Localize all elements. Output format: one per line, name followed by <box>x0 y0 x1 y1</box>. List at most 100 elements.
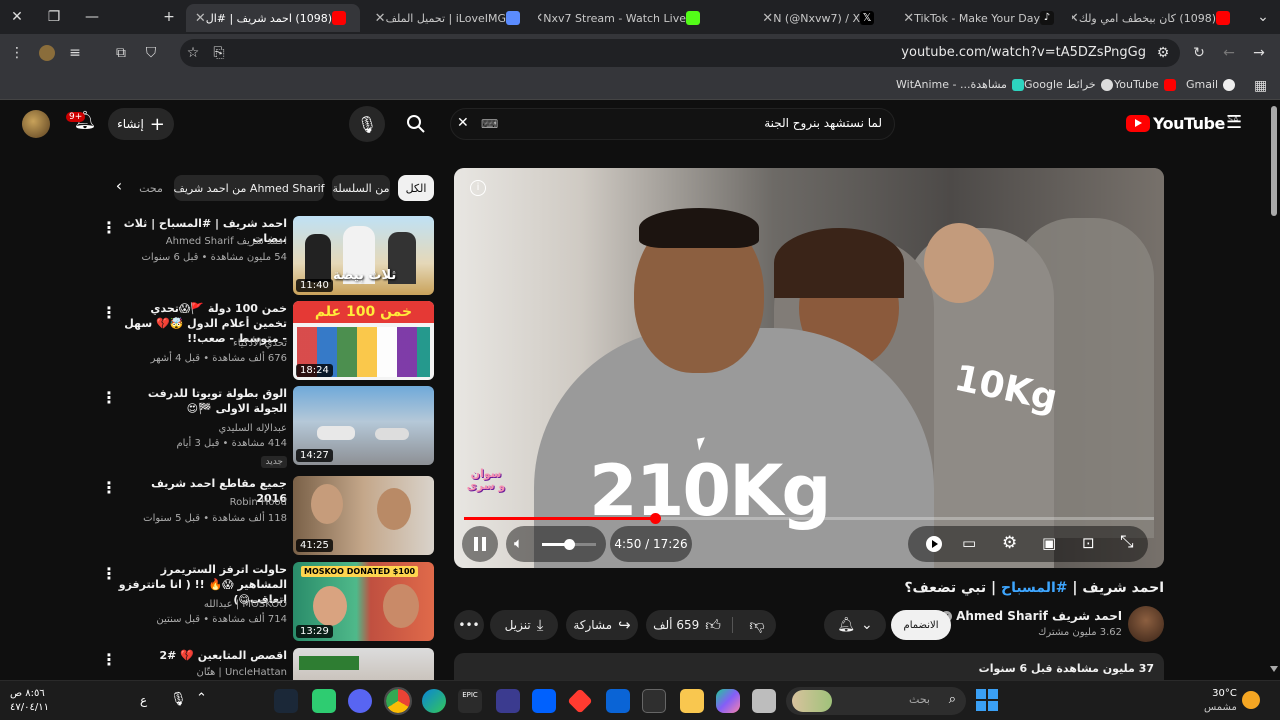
subscribe-button[interactable]: الانضمام <box>891 610 951 640</box>
list-item[interactable]: ⋮ جميع مقاطع احمد شريف 2016 Robin Hood 1… <box>95 476 435 556</box>
file-explorer-icon[interactable] <box>680 689 704 713</box>
chip-more[interactable]: محت <box>139 175 163 201</box>
input-language[interactable]: ع <box>140 693 147 707</box>
profile-avatar-icon[interactable] <box>36 42 58 64</box>
notifications-dropdown[interactable]: ⌄ 🔔︎ <box>824 610 886 640</box>
tab-close-icon[interactable]: ✕ <box>375 11 386 26</box>
bookmark-google-maps[interactable]: خرائط Google <box>1024 78 1113 91</box>
dropbox-icon[interactable] <box>532 689 556 713</box>
list-item[interactable]: ⋮ حاولت اترفز الستريمرز المشاهير 😱🔥 !! (… <box>95 562 435 642</box>
site-settings-icon[interactable]: ⚙ <box>1152 42 1174 64</box>
reading-list-icon[interactable]: ≡ <box>64 42 86 64</box>
video-thumbnail[interactable] <box>293 648 434 680</box>
video-title[interactable]: الوق بطولة تويوتا للدرفت الجولة الاولى 🏁… <box>117 386 287 416</box>
tab-close-icon[interactable]: ✕ <box>762 11 773 26</box>
account-avatar[interactable] <box>22 110 50 138</box>
tab-search-icon[interactable]: ⌄ <box>1252 6 1274 28</box>
progress-bar[interactable] <box>464 513 1154 524</box>
tab-3[interactable]: Nxv7 Stream - Watch Live ✕ <box>538 4 714 32</box>
thumbs-down-icon[interactable]: 👎︎ <box>738 610 776 640</box>
page-scrollbar[interactable] <box>1268 100 1280 680</box>
chip-all[interactable]: الكل <box>398 175 434 201</box>
shield-icon[interactable]: ⛉ <box>140 42 162 64</box>
snipping-icon[interactable] <box>312 689 336 713</box>
tab-4[interactable]: 𝕏 N (@Nxvw7) / X ✕ <box>718 4 888 32</box>
video-thumbnail[interactable]: 14:27 <box>293 386 434 465</box>
bookmark-gmail[interactable]: Gmail <box>1186 78 1236 91</box>
settings-gear-icon[interactable]: ⚙ <box>1002 533 1017 553</box>
tab-5[interactable]: ♪ TikTok - Make Your Day ✕ <box>892 4 1068 32</box>
channel-name[interactable]: تحدي الأذكياء <box>107 337 287 351</box>
video-thumbnail[interactable]: خمن 100 علم 18:24 <box>293 301 434 380</box>
copilot-icon[interactable] <box>716 689 740 713</box>
channel-name[interactable]: UncleHattan | هتّان <box>107 666 287 680</box>
menu-kebab-icon[interactable]: ⋮ <box>6 42 28 64</box>
all-bookmarks-icon[interactable]: ▦ <box>1254 78 1267 94</box>
app-icon[interactable] <box>496 689 520 713</box>
chrome-icon[interactable] <box>384 687 412 715</box>
channel-name[interactable]: احمد شريف Ahmed Sharif <box>107 235 287 249</box>
video-thumbnail[interactable]: MOSKOO DONATED $100 13:29 <box>293 562 434 641</box>
list-item[interactable]: ⋮ خمن 100 دولة 🚩😱تحدي تخمين أعلام الدول … <box>95 301 435 381</box>
scrollbar-thumb[interactable] <box>1271 106 1277 216</box>
miniplayer-icon[interactable]: ▣ <box>1042 534 1056 552</box>
chip-from-channel[interactable]: من احمد شريف Ahmed Sharif <box>173 175 325 201</box>
tab-close-icon[interactable]: ✕ <box>1072 11 1079 26</box>
channel-name[interactable]: احمد شريف Ahmed Sharif✓ <box>941 609 1122 623</box>
bookmark-youtube[interactable]: YouTube <box>1114 78 1176 91</box>
youtube-logo[interactable]: YouTube SA <box>1126 114 1239 133</box>
bookmark-star-icon[interactable]: ☆ <box>182 42 204 64</box>
steam-icon[interactable] <box>274 689 298 713</box>
tab-close-icon[interactable]: ✕ <box>538 11 543 26</box>
store-icon[interactable] <box>642 689 666 713</box>
autoplay-toggle-icon[interactable] <box>926 536 942 552</box>
keyboard-icon[interactable]: ⌨ <box>481 117 498 131</box>
bookmark-witanime[interactable]: مشاهدة... - WitAnime <box>896 78 1024 91</box>
video-player[interactable]: 10Kg 210Kg سوان و سرى i 🔈︎ 4:50 / 17:26 … <box>454 168 1164 568</box>
channel-name[interactable]: عبدالإله السليدي <box>107 422 287 436</box>
scroll-down-icon[interactable] <box>1270 666 1278 672</box>
close-window-icon[interactable]: ✕ <box>6 6 28 28</box>
like-button[interactable]: 👍︎ 659 ألف <box>646 610 728 640</box>
tab-2[interactable]: iLoveIMG | تحميل الملف ✕ <box>364 4 534 32</box>
outlook-icon[interactable] <box>606 689 630 713</box>
edge-icon[interactable] <box>422 689 446 713</box>
more-options-icon[interactable]: ⋮ <box>101 564 117 583</box>
more-options-icon[interactable]: ⋮ <box>101 388 117 407</box>
restore-window-icon[interactable]: ❐ <box>43 6 65 28</box>
chips-prev-icon[interactable]: ‹ <box>108 176 130 200</box>
volume-knob[interactable] <box>564 539 575 550</box>
list-item[interactable]: ⋮ احمد شريف | #المسباح | ثلاث بيضات احمد… <box>95 216 435 296</box>
clear-search-icon[interactable]: ✕ <box>457 115 469 131</box>
address-bar[interactable]: ☆ ⎘ youtube.com/watch?v=tA5DZsPngGg ⚙ <box>180 39 1180 67</box>
hamburger-menu-icon[interactable]: ☰ <box>1226 112 1242 133</box>
epic-games-icon[interactable]: EPIC <box>458 689 482 713</box>
reload-icon[interactable]: ↻ <box>1188 42 1210 64</box>
pause-button[interactable] <box>462 526 498 562</box>
list-item[interactable]: ⋮ اقصص المتابعين 💔 #2 UncleHattan | هتّا… <box>95 648 435 680</box>
clock[interactable]: ٨:٥٦ ص ٤٧/٠٤/١١ <box>10 687 49 715</box>
info-icon[interactable]: i <box>470 180 486 196</box>
tab-6[interactable]: (1098) كان بيخطف امي ولك ✕ <box>1072 4 1244 32</box>
volume-icon[interactable]: 🔈︎ <box>514 534 523 552</box>
volume-control[interactable]: 🔈︎ <box>506 526 606 562</box>
cast-icon[interactable]: ⊡ <box>1082 534 1095 552</box>
search-icon[interactable] <box>398 106 434 142</box>
forward-icon[interactable]: ← <box>1218 42 1240 64</box>
install-app-icon[interactable]: ⎘ <box>208 42 230 64</box>
tab-close-icon[interactable]: ✕ <box>195 11 206 26</box>
list-item[interactable]: ⋮ الوق بطولة تويوتا للدرفت الجولة الاولى… <box>95 386 435 468</box>
video-title[interactable]: اقصص المتابعين 💔 #2 <box>117 648 287 663</box>
extensions-icon[interactable]: ⧉ <box>110 42 132 64</box>
share-button[interactable]: ↪ مشاركة <box>566 610 638 640</box>
subtitles-icon[interactable]: ▭ <box>962 534 976 552</box>
microphone-icon[interactable]: 🎙︎ <box>170 692 187 707</box>
more-options-icon[interactable]: ⋮ <box>101 478 117 497</box>
back-icon[interactable]: → <box>1248 42 1270 64</box>
tray-chevron-icon[interactable]: ⌃ <box>196 691 207 706</box>
channel-avatar[interactable] <box>1128 606 1164 642</box>
create-button[interactable]: إنشاء + <box>108 108 174 140</box>
tab-close-icon[interactable]: ✕ <box>903 11 914 26</box>
anydesk-icon[interactable] <box>567 688 593 714</box>
download-button[interactable]: ⤓ تنزيل <box>490 610 558 640</box>
